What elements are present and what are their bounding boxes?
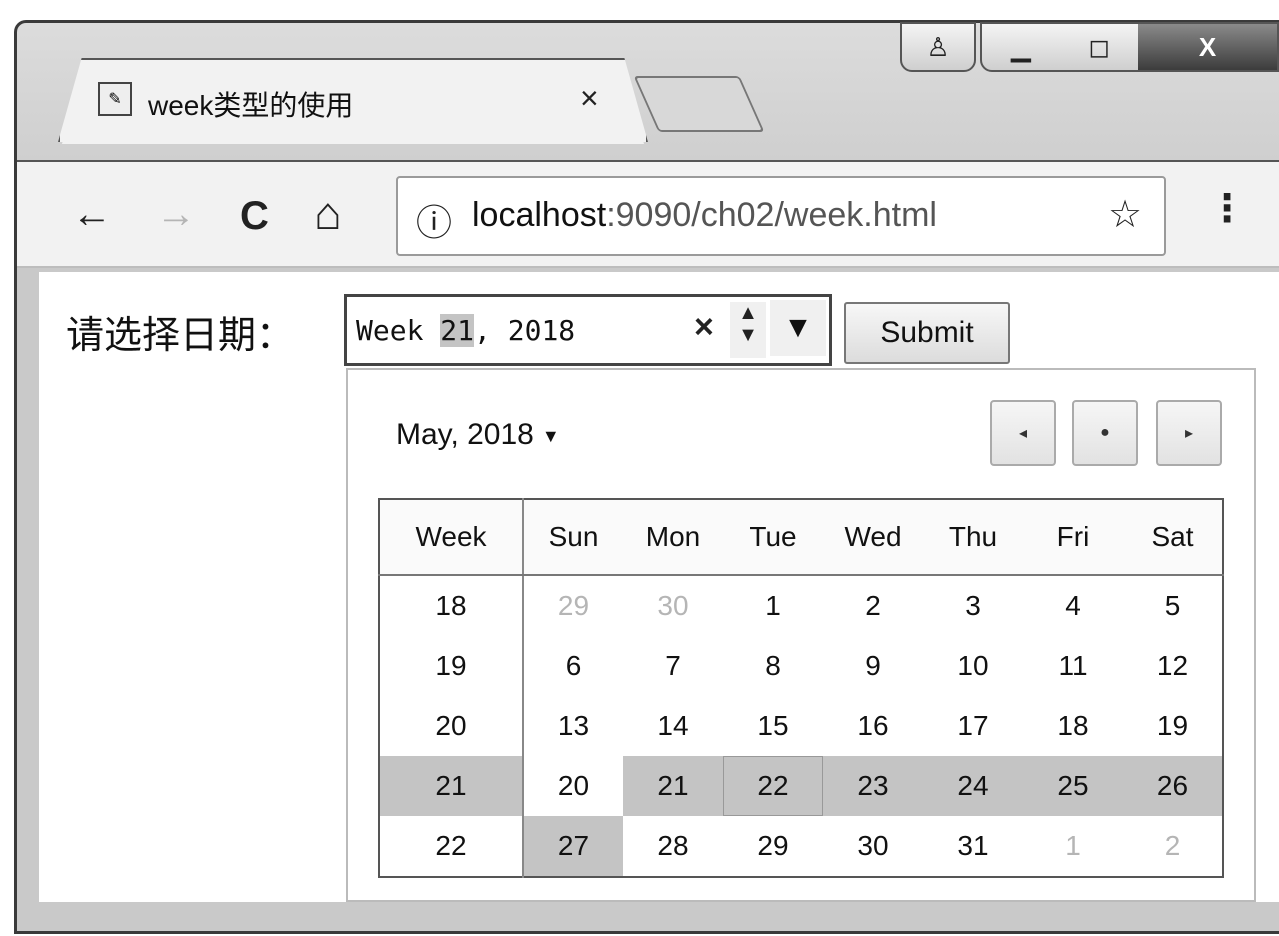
url-path: :9090/ch02/week.html <box>606 196 937 234</box>
profile-icon[interactable]: ♙ <box>900 22 976 72</box>
spin-up-down-icon: ▲ ▼ <box>738 302 758 346</box>
day-cell-selected[interactable]: 23 <box>823 756 923 816</box>
day-cell[interactable]: 11 <box>1023 636 1123 696</box>
day-cell[interactable]: 20 <box>523 756 623 816</box>
header-week: Week <box>379 499 524 576</box>
day-cell-selected[interactable]: 24 <box>923 756 1023 816</box>
week-number-cell[interactable]: 19 <box>379 636 524 696</box>
week-year-segment[interactable]: , 2018 <box>474 314 575 347</box>
day-cell[interactable]: 29 <box>723 816 823 877</box>
day-cell[interactable]: 31 <box>923 816 1023 877</box>
day-cell[interactable]: 2 <box>823 575 923 636</box>
next-month-button[interactable]: ▸ <box>1156 400 1222 466</box>
info-icon[interactable]: ⓘ <box>416 194 452 246</box>
day-cell[interactable]: 1 <box>1023 816 1123 877</box>
calendar-header-row: Week Sun Mon Tue Wed Thu Fri Sat <box>379 499 1223 576</box>
header-mon: Mon <box>623 499 723 576</box>
home-icon[interactable]: ⌂ <box>314 190 342 236</box>
day-cell[interactable]: 2 <box>1123 816 1223 877</box>
day-cell[interactable]: 18 <box>1023 696 1123 756</box>
day-cell[interactable]: 14 <box>623 696 723 756</box>
spin-buttons[interactable]: ▲ ▼ <box>730 302 766 358</box>
day-cell[interactable]: 5 <box>1123 575 1223 636</box>
day-cell-selected[interactable]: 26 <box>1123 756 1223 816</box>
day-cell[interactable]: 28 <box>623 816 723 877</box>
day-cell-selected[interactable]: 27 <box>523 816 623 877</box>
week-number-segment[interactable]: 21 <box>440 314 475 347</box>
dropdown-arrow-icon[interactable]: ▼ <box>770 300 826 356</box>
submit-button[interactable]: Submit <box>844 302 1010 364</box>
header-fri: Fri <box>1023 499 1123 576</box>
day-cell[interactable]: 1 <box>723 575 823 636</box>
week-input-value[interactable]: Week 21, 2018 <box>356 314 575 347</box>
close-window-button[interactable]: X <box>1138 22 1279 72</box>
day-cell[interactable]: 6 <box>523 636 623 696</box>
week-prefix: Week <box>356 314 441 347</box>
day-cell[interactable]: 8 <box>723 636 823 696</box>
day-cell[interactable]: 12 <box>1123 636 1223 696</box>
bookmark-star-icon[interactable]: ☆ <box>1108 192 1142 237</box>
header-sat: Sat <box>1123 499 1223 576</box>
today-dot-icon: ● <box>1100 424 1110 441</box>
url-text: localhost:9090/ch02/week.html <box>472 196 937 235</box>
clear-icon[interactable]: × <box>694 308 714 347</box>
day-cell[interactable]: 30 <box>823 816 923 877</box>
day-cell[interactable]: 13 <box>523 696 623 756</box>
next-icon: ▸ <box>1184 425 1194 442</box>
day-cell-selected[interactable]: 25 <box>1023 756 1123 816</box>
week-number-cell-selected[interactable]: 21 <box>379 756 524 816</box>
tab-close-icon[interactable]: × <box>580 80 599 117</box>
week-row[interactable]: 20 13 14 15 16 17 18 19 <box>379 696 1223 756</box>
day-cell[interactable]: 16 <box>823 696 923 756</box>
prev-icon: ◂ <box>1018 425 1028 442</box>
prev-month-button[interactable]: ◂ <box>990 400 1056 466</box>
menu-icon[interactable]: ⋮ <box>1208 190 1246 228</box>
week-number-cell[interactable]: 20 <box>379 696 524 756</box>
header-thu: Thu <box>923 499 1023 576</box>
month-year-selector[interactable]: May, 2018 ▼ <box>396 418 560 452</box>
reload-icon[interactable]: C <box>240 196 269 236</box>
day-cell[interactable]: 9 <box>823 636 923 696</box>
week-row[interactable]: 22 27 28 29 30 31 1 2 <box>379 816 1223 877</box>
day-cell[interactable]: 4 <box>1023 575 1123 636</box>
day-cell[interactable]: 15 <box>723 696 823 756</box>
week-number-cell[interactable]: 18 <box>379 575 524 636</box>
today-button[interactable]: ● <box>1072 400 1138 466</box>
week-row[interactable]: 19 6 7 8 9 10 11 12 <box>379 636 1223 696</box>
back-icon[interactable]: ← <box>72 194 112 234</box>
caret-down-icon: ▼ <box>541 425 560 446</box>
favicon-icon: ✎ <box>98 82 132 116</box>
tab-title: week类型的使用 <box>148 90 354 121</box>
header-wed: Wed <box>823 499 923 576</box>
profile-glyph: ♙ <box>926 31 950 62</box>
calendar-grid: Week Sun Mon Tue Wed Thu Fri Sat 18 29 3… <box>378 498 1224 878</box>
week-number-cell[interactable]: 22 <box>379 816 524 877</box>
week-row-selected[interactable]: 21 20 21 22 23 24 25 26 <box>379 756 1223 816</box>
day-cell[interactable]: 17 <box>923 696 1023 756</box>
day-cell[interactable]: 30 <box>623 575 723 636</box>
minimize-button[interactable]: ▁ <box>980 22 1062 72</box>
close-icon: X <box>1198 31 1217 62</box>
maximize-icon: ◻ <box>1088 31 1110 62</box>
day-cell-selected[interactable]: 21 <box>623 756 723 816</box>
url-host: localhost <box>472 196 607 234</box>
header-tue: Tue <box>723 499 823 576</box>
maximize-button[interactable]: ◻ <box>1060 22 1140 72</box>
day-cell[interactable]: 19 <box>1123 696 1223 756</box>
day-cell[interactable]: 3 <box>923 575 1023 636</box>
day-cell[interactable]: 7 <box>623 636 723 696</box>
week-row[interactable]: 18 29 30 1 2 3 4 5 <box>379 575 1223 636</box>
day-cell[interactable]: 10 <box>923 636 1023 696</box>
minimize-icon: ▁ <box>1011 31 1031 62</box>
month-year-label: May, 2018 <box>396 418 534 451</box>
date-label: 请选择日期： <box>66 313 295 357</box>
forward-icon[interactable]: → <box>156 194 196 234</box>
day-cell-selected[interactable]: 22 <box>723 756 823 816</box>
day-cell[interactable]: 29 <box>523 575 623 636</box>
header-sun: Sun <box>523 499 623 576</box>
